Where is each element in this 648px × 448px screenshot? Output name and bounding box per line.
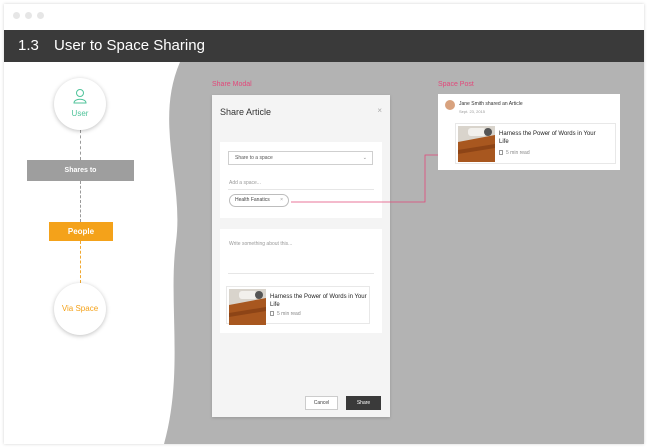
window-dot-maximize[interactable]	[37, 12, 44, 19]
tag-to-post-connector	[291, 154, 438, 203]
section-number: 1.3	[18, 37, 39, 54]
window-dot-close[interactable]	[13, 12, 20, 19]
window-titlebar	[4, 4, 644, 30]
section-header: 1.3 User to Space Sharing	[4, 30, 644, 62]
diagram-canvas: User Shares to People Via Space Share Mo…	[4, 62, 644, 444]
section-title: User to Space Sharing	[54, 37, 205, 54]
presentation-frame: 1.3 User to Space Sharing User Shares to…	[4, 4, 644, 444]
window-dot-minimize[interactable]	[25, 12, 32, 19]
